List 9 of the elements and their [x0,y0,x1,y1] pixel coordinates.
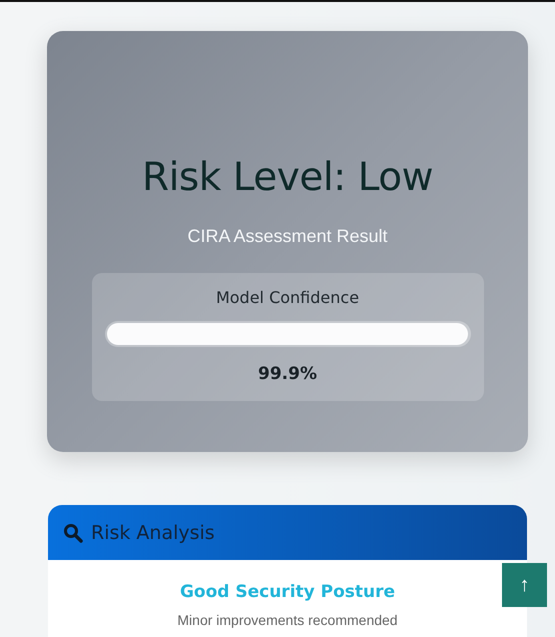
scroll-top-button[interactable]: ↑ [502,563,547,607]
posture-note: Minor improvements recommended [177,612,398,628]
posture-headline: Good Security Posture [180,582,396,602]
risk-level-title: Risk Level: Low [142,155,434,200]
confidence-label: Model Confidence [216,288,360,307]
confidence-value: 99.9% [258,364,317,384]
assessment-subtitle: CIRA Assessment Result [187,226,388,247]
search-icon [63,522,83,542]
section-title: Risk Analysis [91,522,215,544]
